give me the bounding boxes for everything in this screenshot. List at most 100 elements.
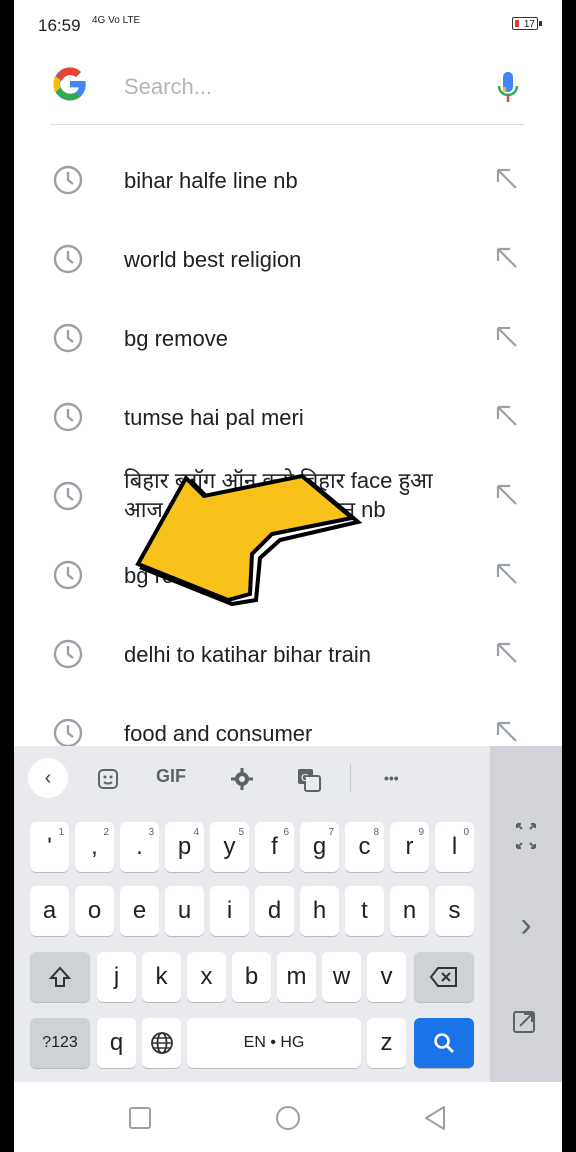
- triangle-back-icon[interactable]: [422, 1104, 450, 1132]
- backspace-key[interactable]: [414, 952, 474, 1002]
- toolbar-back-button[interactable]: ‹: [28, 758, 68, 798]
- key[interactable]: ,2: [75, 822, 114, 872]
- translate-icon[interactable]: G: [296, 767, 322, 793]
- language-key[interactable]: [142, 1018, 181, 1068]
- fill-query-arrow-icon[interactable]: [494, 719, 520, 745]
- space-key[interactable]: EN • HG: [187, 1018, 361, 1068]
- key-label: y: [223, 833, 236, 860]
- search-key[interactable]: [414, 1018, 474, 1068]
- key[interactable]: n: [390, 886, 429, 936]
- key[interactable]: w: [322, 952, 361, 1002]
- key-label: f: [271, 833, 278, 860]
- circle-icon[interactable]: [274, 1104, 302, 1132]
- gif-button[interactable]: GIF: [156, 766, 186, 787]
- history-clock-icon: [53, 165, 83, 195]
- key[interactable]: e: [120, 886, 159, 936]
- key[interactable]: g7: [300, 822, 339, 872]
- key-label: c: [358, 833, 371, 860]
- search-bar: [50, 58, 524, 125]
- key[interactable]: h: [300, 886, 339, 936]
- key[interactable]: x: [187, 952, 226, 1002]
- history-clock-icon: [53, 639, 83, 669]
- history-clock-icon: [53, 481, 83, 511]
- key[interactable]: o: [75, 886, 114, 936]
- key-hint: 0: [463, 827, 469, 838]
- key[interactable]: f6: [255, 822, 294, 872]
- key[interactable]: v: [367, 952, 406, 1002]
- key[interactable]: m: [277, 952, 316, 1002]
- key-hint: 8: [373, 827, 379, 838]
- key[interactable]: r9: [390, 822, 429, 872]
- key[interactable]: j: [97, 952, 136, 1002]
- next-arrow-button[interactable]: ›: [490, 906, 562, 945]
- sticker-icon[interactable]: [96, 767, 120, 791]
- keyboard-toolbar: ‹ GIF G •••: [14, 746, 490, 812]
- key-label: ,: [91, 833, 98, 860]
- key-label: l: [451, 833, 458, 860]
- key[interactable]: s: [435, 886, 474, 936]
- key-hint: 6: [283, 827, 289, 838]
- key-label: ': [47, 833, 52, 860]
- fill-query-arrow-icon[interactable]: [494, 640, 520, 666]
- suggestion-text: delhi to katihar bihar train: [124, 642, 372, 667]
- search-input[interactable]: [124, 70, 444, 104]
- suggestion-text: food and consumer: [124, 721, 313, 746]
- fill-query-arrow-icon[interactable]: [494, 245, 520, 271]
- svg-text:G: G: [301, 773, 309, 784]
- list-item[interactable]: world best religion: [14, 219, 562, 298]
- key-label: g: [312, 833, 327, 860]
- key-label: r: [405, 833, 414, 860]
- square-icon[interactable]: [126, 1104, 154, 1132]
- fill-query-arrow-icon[interactable]: [494, 166, 520, 192]
- key[interactable]: l0: [435, 822, 474, 872]
- symbols-key[interactable]: ?123: [30, 1018, 90, 1068]
- key[interactable]: p4: [165, 822, 204, 872]
- key[interactable]: .3: [120, 822, 159, 872]
- key[interactable]: b: [232, 952, 271, 1002]
- keyboard: ‹ GIF G ••• ' 1 , 2 . 3 p 4 y 5 f 6 g 7 …: [14, 746, 562, 1082]
- fill-query-arrow-icon[interactable]: [494, 324, 520, 350]
- key[interactable]: k: [142, 952, 181, 1002]
- shift-icon: [48, 966, 72, 987]
- list-item[interactable]: bg remove: [14, 298, 562, 377]
- fill-query-arrow-icon[interactable]: [494, 403, 520, 429]
- key[interactable]: ' 1: [30, 822, 69, 872]
- fill-query-arrow-icon[interactable]: [494, 482, 520, 508]
- phone-screen: 16:59 4G Vo LTE 17 bihar halfe line nb: [14, 0, 562, 1152]
- key-hint: 1: [58, 827, 64, 838]
- history-clock-icon: [53, 323, 83, 353]
- history-clock-icon: [53, 244, 83, 274]
- float-keyboard-icon[interactable]: [490, 1006, 562, 1036]
- more-button[interactable]: •••: [384, 770, 399, 786]
- key-hint: 4: [193, 827, 199, 838]
- toolbar-divider: [350, 764, 351, 792]
- suggestion-text: bihar halfe line nb: [124, 168, 298, 193]
- key[interactable]: z: [367, 1018, 406, 1068]
- suggestion-text: tumse hai pal meri: [124, 405, 304, 430]
- key[interactable]: u: [165, 886, 204, 936]
- key[interactable]: t: [345, 886, 384, 936]
- fill-query-arrow-icon[interactable]: [494, 561, 520, 587]
- key[interactable]: i: [210, 886, 249, 936]
- key[interactable]: q: [97, 1018, 136, 1068]
- key[interactable]: c8: [345, 822, 384, 872]
- key-hint: 9: [418, 827, 424, 838]
- list-item[interactable]: delhi to katihar bihar train: [14, 614, 562, 693]
- history-clock-icon: [53, 402, 83, 432]
- google-logo-icon: [53, 67, 86, 101]
- list-item[interactable]: bihar halfe line nb: [14, 140, 562, 219]
- status-bar: 16:59 4G Vo LTE 17: [14, 0, 562, 52]
- key[interactable]: d: [255, 886, 294, 936]
- keyboard-main: ‹ GIF G ••• ' 1 , 2 . 3 p 4 y 5 f 6 g 7 …: [14, 746, 490, 1082]
- shift-key[interactable]: [30, 952, 90, 1002]
- key-hint: 7: [328, 827, 334, 838]
- mic-icon[interactable]: [496, 70, 520, 104]
- key[interactable]: a: [30, 886, 69, 936]
- expand-icon[interactable]: [490, 822, 562, 850]
- key-hint: 2: [103, 827, 109, 838]
- list-item[interactable]: tumse hai pal meri: [14, 377, 562, 456]
- suggestion-text: bg remove: [124, 326, 228, 351]
- key[interactable]: y5: [210, 822, 249, 872]
- battery-icon: 17: [512, 17, 542, 30]
- gear-icon[interactable]: [230, 767, 254, 791]
